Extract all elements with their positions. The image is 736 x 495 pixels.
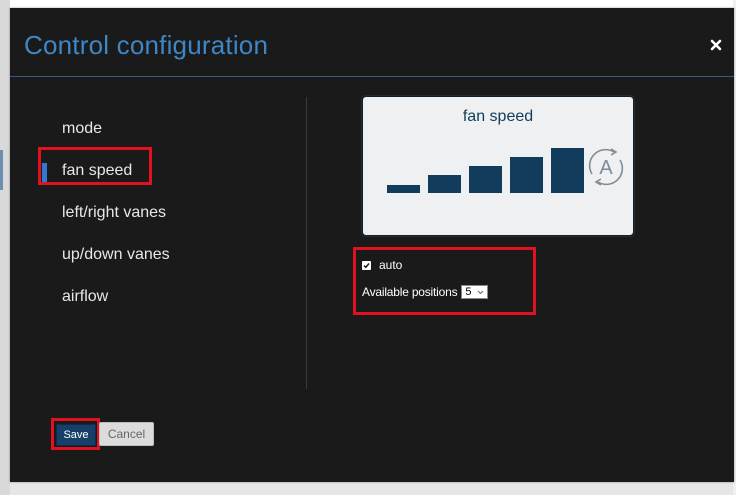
auto-option: auto <box>362 257 402 273</box>
preview-title: fan speed <box>462 108 534 125</box>
chevron-down-icon <box>478 290 484 295</box>
background-top <box>10 0 736 8</box>
menu-item-fan-speed[interactable]: fan speed <box>38 150 278 192</box>
available-positions-option: Available positions 5 <box>362 284 489 300</box>
menu-item-airflow[interactable]: airflow <box>38 276 278 318</box>
speed-bar-3 <box>469 166 502 193</box>
auto-icon-letter: A <box>599 157 613 179</box>
menu-item-label: fan speed <box>62 162 133 179</box>
auto-checkbox[interactable] <box>362 260 371 270</box>
active-indicator <box>42 163 47 185</box>
auto-mode-icon: A <box>584 145 628 189</box>
cancel-button[interactable]: Cancel <box>99 422 154 446</box>
speed-bar-4 <box>510 157 543 193</box>
fan-speed-preview: fan speed A <box>362 96 634 236</box>
close-icon[interactable] <box>710 39 722 51</box>
background-panel <box>0 0 10 495</box>
control-menu: mode fan speed left/right vanes up/down … <box>38 108 278 318</box>
dialog-header: Control configuration <box>10 8 734 77</box>
menu-item-label: up/down vanes <box>62 246 170 263</box>
available-positions-label: Available positions <box>362 285 458 299</box>
vertical-divider <box>306 97 307 389</box>
save-button[interactable]: Save <box>56 424 96 446</box>
auto-label: auto <box>379 258 403 272</box>
menu-item-label: mode <box>62 120 103 137</box>
background-marker <box>0 150 3 190</box>
available-positions-select[interactable]: 5 <box>461 285 489 299</box>
menu-item-label: airflow <box>62 288 109 305</box>
speed-bar-1 <box>387 185 420 193</box>
speed-bar-5 <box>551 148 584 193</box>
menu-item-mode[interactable]: mode <box>38 108 278 150</box>
positions-value: 5 <box>465 286 472 298</box>
menu-item-up-down-vanes[interactable]: up/down vanes <box>38 234 278 276</box>
menu-item-left-right-vanes[interactable]: left/right vanes <box>38 192 278 234</box>
speed-bar-2 <box>428 175 461 193</box>
page: Control configuration mode fan speed lef… <box>0 0 736 495</box>
dialog-title: Control configuration <box>24 30 269 60</box>
background-bottom <box>10 482 736 495</box>
menu-item-label: left/right vanes <box>62 204 167 221</box>
